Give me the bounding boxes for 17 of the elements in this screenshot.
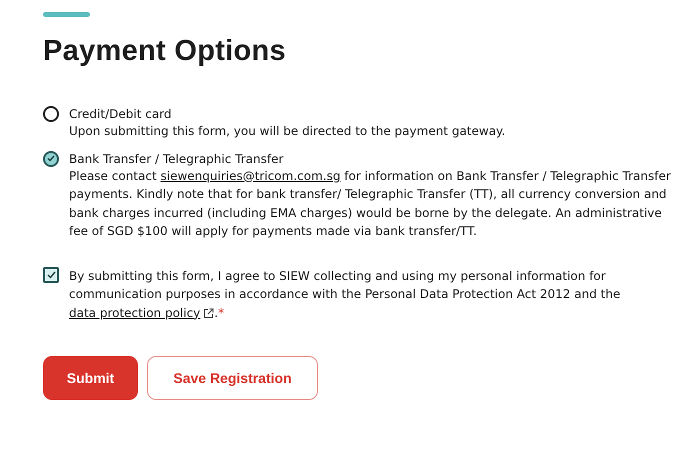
option-description: Please contact siewenquiries@tricom.com.sg for information on Bank Transfer / Telegraphic Transfer payments. Kindly note that for bank transfer/ Telegraphic Transfer (TT), all currency conversion and bank charges incurred (including EMA charges) would be borne by the delegate. An administrative fee of SGD $100 will apply for payments made via bank transfer/TT. [69,168,672,240]
page-title: Payment Options [43,35,287,68]
consent-checkbox[interactable] [43,266,59,282]
consent-text: By submitting this form, I agree to SIEW collecting and using my personal information for communication purposes in accordance with the Personal Data Protection Act 2012 and the data protection policy .* [69,268,622,322]
radio-button[interactable] [43,106,59,122]
accent-bar [43,12,90,17]
external-link-icon [203,308,214,318]
check-icon [46,270,56,278]
check-icon [47,155,55,162]
policy-link[interactable]: data protection policy [69,306,200,320]
radio-button[interactable] [43,150,59,166]
option-label: Bank Transfer / Telegraphic Transfer [69,150,284,166]
submit-button[interactable]: Submit [43,356,138,400]
email-link[interactable]: siewenquiries@tricom.com.sg [160,168,340,182]
option-label: Credit/Debit card [69,106,173,122]
save-button[interactable]: Save Registration [147,356,318,400]
option-description: Upon submitting this form, you will be directed to the payment gateway. [69,123,506,140]
